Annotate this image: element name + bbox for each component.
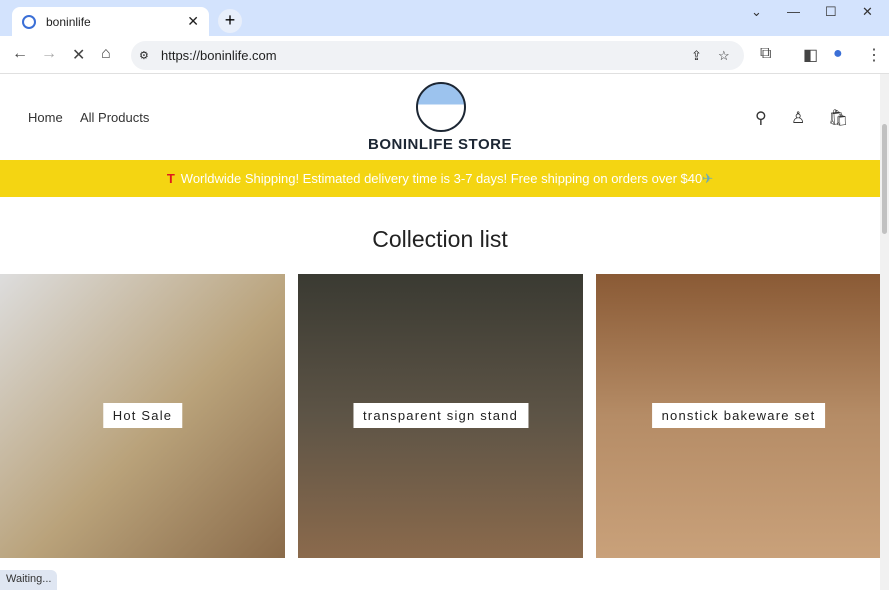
close-tab-icon[interactable]: ✕ (187, 13, 199, 30)
web-page: Home All Products BONINLIFE STORE ⚲ ♙ 🛍 … (0, 74, 880, 590)
account-icon[interactable]: ♙ (791, 108, 805, 128)
favicon-icon (22, 14, 36, 29)
collection-label: nonstick bakeware set (651, 403, 826, 428)
scrollbar[interactable] (880, 74, 889, 590)
collection-card-sign-stand[interactable]: transparent sign stand (298, 274, 583, 558)
side-panel-icon[interactable]: ◧ (803, 45, 818, 65)
menu-icon[interactable]: ⋮ (866, 45, 882, 65)
page-title: Collection list (372, 226, 508, 252)
status-bar: Waiting... (0, 570, 58, 590)
share-icon[interactable]: ⇪ (691, 48, 702, 64)
browser-toolbar: ← → ✕ ⌂ ⚙ https://boninlife.com ⇪ ☆ ⧉ ◧ … (0, 36, 889, 74)
collection-label: Hot Sale (102, 403, 183, 428)
search-icon[interactable]: ⚲ (755, 108, 767, 128)
bookmark-star-icon[interactable]: ☆ (718, 48, 730, 64)
store-logo[interactable] (416, 82, 466, 132)
brand-name[interactable]: BONINLIFE STORE (0, 136, 880, 153)
nav-home[interactable]: Home (28, 110, 63, 125)
minimize-button[interactable]: — (787, 4, 800, 19)
tab-title: boninlife (46, 14, 91, 29)
profile-icon[interactable]: ● (833, 45, 843, 63)
tab-search-icon[interactable]: ⌄ (751, 4, 762, 20)
announcement-icon: T (166, 171, 175, 186)
announcement-bar: T Worldwide Shipping! Estimated delivery … (0, 160, 880, 197)
browser-tab[interactable]: boninlife ✕ (12, 7, 209, 36)
home-icon[interactable]: ⌂ (101, 45, 111, 63)
collection-label: transparent sign stand (352, 403, 529, 428)
nav-all-products[interactable]: All Products (80, 110, 149, 125)
extensions-icon[interactable]: ⧉ (760, 45, 771, 63)
tab-strip: boninlife ✕ + ⌄ — ☐ ✕ (0, 0, 889, 36)
address-bar[interactable]: ⚙ https://boninlife.com ⇪ ☆ (131, 41, 744, 70)
stop-icon[interactable]: ✕ (72, 45, 85, 65)
url-text: https://boninlife.com (161, 48, 277, 63)
collection-card-hot-sale[interactable]: Hot Sale (0, 274, 285, 558)
maximize-button[interactable]: ☐ (825, 4, 837, 20)
cart-icon[interactable]: 🛍 (828, 108, 848, 128)
site-info-icon[interactable]: ⚙ (139, 49, 149, 62)
back-icon[interactable]: ← (12, 45, 28, 63)
close-window-button[interactable]: ✕ (862, 4, 873, 20)
announcement-text: Worldwide Shipping! Estimated delivery t… (180, 171, 703, 186)
forward-icon[interactable]: → (41, 45, 57, 63)
new-tab-button[interactable]: + (218, 9, 242, 33)
collection-card-bakeware[interactable]: nonstick bakeware set (596, 274, 880, 558)
plane-icon: ✈ (702, 171, 714, 186)
